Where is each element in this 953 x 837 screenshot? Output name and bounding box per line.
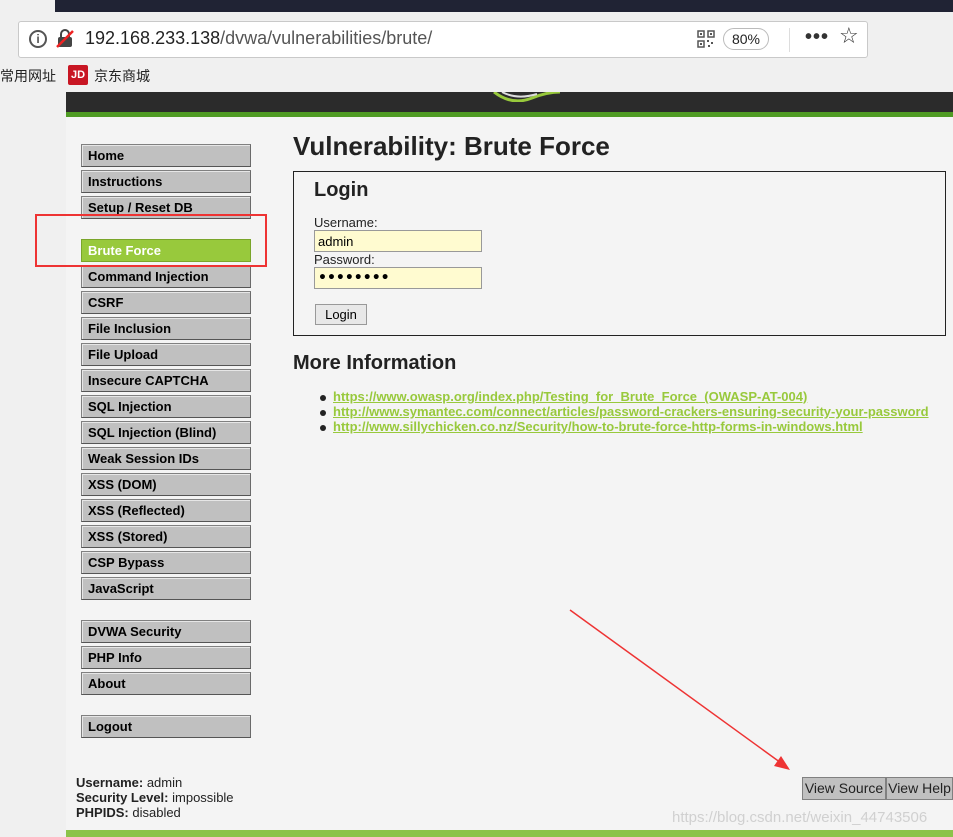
more-actions-icon[interactable]: ••• [805, 26, 829, 49]
list-item: http://www.sillychicken.co.nz/Security/h… [320, 419, 863, 434]
nav-item-command-injection[interactable]: Command Injection [81, 265, 251, 288]
bookmarks-bar: 常用网址 JD 京东商城 [0, 62, 953, 90]
nav-item-php-info[interactable]: PHP Info [81, 646, 251, 669]
window-top-strip [0, 0, 953, 12]
owasp-link[interactable]: https://www.owasp.org/index.php/Testing_… [333, 389, 807, 404]
address-bar[interactable]: i 192.168.233.138/dvwa/vulnerabilities/b… [18, 21, 868, 58]
bullet-icon [320, 424, 326, 431]
list-item: http://www.symantec.com/connect/articles… [320, 404, 929, 419]
nav-item-weak-session-ids[interactable]: Weak Session IDs [81, 447, 251, 470]
nav-item-xss-dom[interactable]: XSS (DOM) [81, 473, 251, 496]
insecure-lock-icon[interactable] [55, 29, 75, 49]
annotation-highlight-box [35, 214, 267, 267]
username-input[interactable] [314, 230, 482, 252]
symantec-link[interactable]: http://www.symantec.com/connect/articles… [333, 404, 929, 419]
status-username-value: admin [146, 775, 183, 790]
url-path: /dvwa/vulnerabilities/brute/ [220, 28, 433, 48]
bullet-icon [320, 409, 326, 416]
more-information-heading: More Information [293, 352, 457, 374]
status-username-label: Username: [76, 775, 144, 790]
username-label: Username: [314, 215, 378, 230]
dvwa-logo-icon [493, 92, 561, 102]
nav-item-javascript[interactable]: JavaScript [81, 577, 251, 600]
login-button[interactable]: Login [315, 304, 367, 325]
watermark: https://blog.csdn.net/weixin_44743506 [672, 809, 928, 826]
toolbar-divider [789, 28, 790, 52]
jd-logo-icon: JD [68, 65, 88, 85]
view-help-button[interactable]: View Help [886, 777, 953, 800]
annotation-arrow-icon [569, 609, 790, 770]
info-icon[interactable]: i [29, 30, 47, 48]
nav-item-xss-reflected[interactable]: XSS (Reflected) [81, 499, 251, 522]
bookmark-common-sites[interactable]: 常用网址 [0, 66, 56, 86]
nav-item-dvwa-security[interactable]: DVWA Security [81, 620, 251, 643]
nav-item-sql-injection-blind[interactable]: SQL Injection (Blind) [81, 421, 251, 444]
view-source-button[interactable]: View Source [802, 777, 886, 800]
nav-item-instructions[interactable]: Instructions [81, 170, 251, 193]
status-phpids-value: disabled [132, 805, 181, 820]
qr-code-icon[interactable] [697, 30, 715, 48]
list-item: https://www.owasp.org/index.php/Testing_… [320, 389, 807, 404]
bullet-icon [320, 394, 326, 401]
session-status: Username: admin Security Level: impossib… [76, 775, 234, 820]
password-input[interactable] [314, 267, 482, 289]
nav-item-sql-injection[interactable]: SQL Injection [81, 395, 251, 418]
nav-item-csp-bypass[interactable]: CSP Bypass [81, 551, 251, 574]
status-phpids-label: PHPIDS: [76, 805, 129, 820]
nav-item-logout[interactable]: Logout [81, 715, 251, 738]
login-heading: Login [314, 179, 369, 201]
url-host: 192.168.233.138 [85, 28, 221, 48]
nav-item-csrf[interactable]: CSRF [81, 291, 251, 314]
login-form-box [293, 171, 946, 336]
zoom-level-badge[interactable]: 80% [723, 28, 769, 50]
bookmark-jd-mall[interactable]: 京东商城 [94, 66, 150, 86]
nav-item-file-upload[interactable]: File Upload [81, 343, 251, 366]
url-text[interactable]: 192.168.233.138/dvwa/vulnerabilities/bru… [85, 28, 432, 49]
page-title: Vulnerability: Brute Force [293, 131, 610, 161]
password-label: Password: [314, 252, 375, 267]
status-security-label: Security Level: [76, 790, 169, 805]
sillychicken-link[interactable]: http://www.sillychicken.co.nz/Security/h… [333, 419, 863, 434]
nav-item-about[interactable]: About [81, 672, 251, 695]
nav-item-file-inclusion[interactable]: File Inclusion [81, 317, 251, 340]
nav-item-xss-stored[interactable]: XSS (Stored) [81, 525, 251, 548]
nav-item-home[interactable]: Home [81, 144, 251, 167]
bookmark-star-icon[interactable]: ☆ [839, 24, 859, 49]
page-footer-bar [66, 830, 953, 837]
status-security-value: impossible [172, 790, 234, 805]
nav-item-insecure-captcha[interactable]: Insecure CAPTCHA [81, 369, 251, 392]
